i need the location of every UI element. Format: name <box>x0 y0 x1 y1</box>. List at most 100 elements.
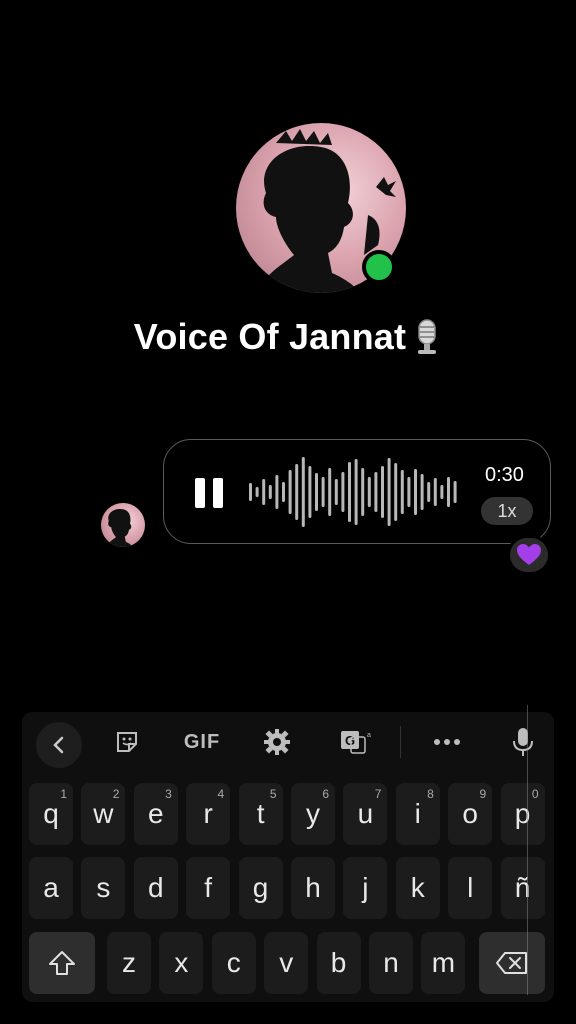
key-number-hint: 6 <box>322 787 329 801</box>
key-v[interactable]: v <box>264 932 309 994</box>
key-label: g <box>252 872 269 903</box>
waveform-bar <box>348 462 351 522</box>
key-label: w <box>93 798 114 829</box>
key-label: j <box>362 872 369 903</box>
studio-microphone-icon <box>418 319 437 354</box>
key-label: k <box>410 872 425 903</box>
svg-text:G: G <box>345 733 355 748</box>
key-j[interactable]: j <box>343 857 388 919</box>
waveform-bar <box>400 470 404 514</box>
key-b[interactable]: b <box>316 932 361 994</box>
key-label: m <box>431 947 456 978</box>
key-label: r <box>203 798 213 829</box>
sticker-icon[interactable] <box>112 726 142 758</box>
svg-text:a: a <box>367 732 371 739</box>
key-n[interactable]: n <box>369 932 413 994</box>
key-number-hint: 8 <box>427 787 434 801</box>
key-label: ñ <box>514 872 531 903</box>
key-f[interactable]: f <box>186 857 231 919</box>
waveform-bar <box>453 481 457 503</box>
mic-icon[interactable] <box>508 726 538 758</box>
key-l[interactable]: l <box>448 857 493 919</box>
voice-duration: 0:30 <box>485 464 524 486</box>
key-label: s <box>96 872 111 903</box>
more-dots-icon[interactable] <box>432 726 462 758</box>
keyboard-toolbar: GIF Ga <box>22 712 554 772</box>
key-k[interactable]: k <box>395 857 440 919</box>
key-y[interactable]: y6 <box>291 783 335 845</box>
key-a[interactable]: a <box>29 857 73 919</box>
key-label: z <box>122 947 136 978</box>
key-o[interactable]: o9 <box>448 783 493 845</box>
shift-icon[interactable] <box>29 932 95 994</box>
waveform-bar <box>255 487 259 497</box>
key-label: p <box>514 798 531 829</box>
waveform-bar <box>387 458 391 526</box>
key-g[interactable]: g <box>238 857 283 919</box>
key-label: t <box>256 798 265 829</box>
waveform-bar <box>440 485 444 499</box>
key-h[interactable]: h <box>291 857 335 919</box>
key-label: u <box>357 798 374 829</box>
key-q[interactable]: q1 <box>29 783 73 845</box>
waveform-bar <box>334 479 338 505</box>
key-label: b <box>330 947 347 978</box>
waveform-bar <box>328 468 332 516</box>
heart-reaction[interactable]: 💜 <box>507 535 551 575</box>
audio-waveform[interactable] <box>245 456 460 528</box>
key-z[interactable]: z <box>107 932 151 994</box>
waveform-bar <box>361 468 365 516</box>
key-s[interactable]: s <box>81 857 126 919</box>
waveform-bar <box>268 485 272 499</box>
key-number-hint: 2 <box>112 787 120 801</box>
waveform-bar <box>367 477 371 507</box>
waveform-bar <box>427 482 431 502</box>
key-m[interactable]: m <box>421 932 466 994</box>
waveform-bar <box>249 483 252 501</box>
key-label: q <box>43 798 59 829</box>
waveform-bar <box>282 482 285 502</box>
key-p[interactable]: p0 <box>500 783 545 845</box>
backspace-icon[interactable] <box>479 932 545 994</box>
key-label: y <box>306 798 320 829</box>
key-label: c <box>226 947 241 978</box>
key-x[interactable]: x <box>159 932 204 994</box>
key-ñ[interactable]: ñ <box>500 857 545 919</box>
key-label: f <box>204 872 213 903</box>
key-i[interactable]: i8 <box>395 783 440 845</box>
waveform-bar <box>394 463 398 521</box>
key-r[interactable]: r4 <box>186 783 231 845</box>
waveform-bar <box>315 473 318 511</box>
waveform-bar <box>433 478 437 506</box>
waveform-bar <box>447 477 450 507</box>
playback-speed-button[interactable]: 1x <box>481 497 533 525</box>
purple-heart-icon <box>517 544 541 565</box>
online-status-indicator <box>362 250 396 284</box>
key-t[interactable]: t5 <box>238 783 283 845</box>
translate-icon[interactable]: Ga <box>336 726 376 758</box>
key-e[interactable]: e3 <box>133 783 178 845</box>
key-u[interactable]: u7 <box>343 783 388 845</box>
key-label: i <box>414 798 421 829</box>
key-number-hint: 7 <box>374 787 382 801</box>
waveform-bar <box>301 457 305 527</box>
waveform-bar <box>374 472 378 512</box>
gif-button[interactable]: GIF <box>180 726 224 758</box>
key-number-hint: 5 <box>269 787 277 801</box>
waveform-bar <box>321 477 325 507</box>
profile-name: Voice Of Jannat <box>133 316 407 357</box>
key-number-hint: 4 <box>217 787 225 801</box>
key-label: d <box>148 872 164 903</box>
key-c[interactable]: c <box>211 932 256 994</box>
waveform-bar <box>288 470 292 514</box>
text-cursor-line <box>527 705 528 995</box>
sender-avatar[interactable] <box>101 503 145 547</box>
chevron-left-icon[interactable] <box>36 722 82 768</box>
waveform-bar <box>354 459 358 525</box>
key-d[interactable]: d <box>133 857 178 919</box>
pause-icon[interactable] <box>195 478 223 508</box>
key-label: a <box>43 872 59 903</box>
toolbar-divider <box>400 726 401 758</box>
key-w[interactable]: w2 <box>81 783 126 845</box>
gear-icon[interactable] <box>262 726 292 758</box>
